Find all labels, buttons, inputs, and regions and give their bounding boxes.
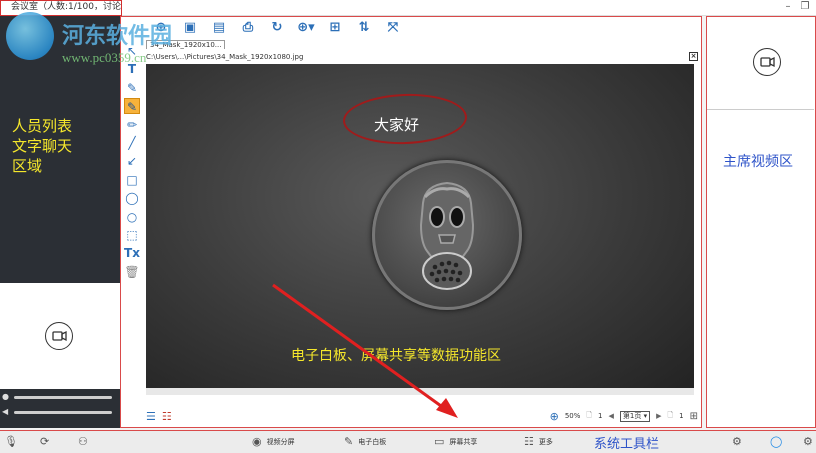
list-icon[interactable]: ☰ <box>146 410 156 423</box>
line-tool-icon[interactable]: ╱ <box>124 135 140 151</box>
whiteboard-toolbar: ⊕ ▣ ▤ ⎙ ↻ ⊕▾ ⊞ ⇅ ⤧ <box>121 17 700 39</box>
grid-icon[interactable]: ⊞ <box>325 19 345 37</box>
speaker-slider[interactable] <box>14 410 112 414</box>
print-icon[interactable]: ⎙ <box>238 19 258 37</box>
rectangle-tool-icon[interactable]: □ <box>124 172 140 188</box>
watermark-logo-icon <box>6 12 54 60</box>
options-icon: ⚙ <box>803 435 813 448</box>
edit-list-icon[interactable]: ☷ <box>162 410 172 423</box>
fit-icon[interactable]: ⤧ <box>383 19 403 37</box>
prev-page-icon[interactable]: ◀ <box>609 412 614 420</box>
system-toolbar-label: 系统工具栏 <box>594 437 660 452</box>
status-button[interactable]: ◯ <box>770 431 787 452</box>
users-button[interactable]: ⚇ <box>78 431 93 452</box>
screen-share-icon: ▭ <box>434 435 445 448</box>
ellipse-tool-icon[interactable]: ◯ <box>124 190 140 206</box>
app-window: 会议室（人数:1/100，讨论模式） – ❐ 人员列表 文字聊天 区域 ● ◀ <box>0 0 816 453</box>
document-path-bar: C:\Users\...\Pictures\34_Mask_1920x1080.… <box>146 51 698 63</box>
zoom-in-icon[interactable]: ⊕ <box>550 410 559 423</box>
watermark-title: 河东软件园 <box>62 24 173 49</box>
annotation-arrow <box>272 283 458 418</box>
watermark-url: www.pc0359.cn <box>62 50 147 65</box>
arrow-tool-icon[interactable]: ↙ <box>124 153 140 169</box>
clear-format-icon[interactable]: Tx <box>124 245 140 261</box>
system-toolbar: 🎙 ⟳ ⚇ ◉ 视频分屏 ✎ 电子白板 ▭ 屏幕共享 ☷ 更多 系统工具栏 ⚙ ◯ ⚙ <box>0 430 816 453</box>
options-button[interactable]: ⚙ <box>803 431 816 452</box>
video-split-icon: ◉ <box>252 435 262 448</box>
page-count-left: 1 <box>598 412 603 420</box>
swap-icon[interactable]: ⇅ <box>354 19 374 37</box>
refresh-icon[interactable]: ↻ <box>267 19 287 37</box>
minimize-button[interactable]: – <box>782 1 794 13</box>
gear-icon: ⚙ <box>732 435 742 448</box>
selection-tool-icon[interactable]: ⬚ <box>124 227 140 243</box>
page-icon-right: 🗋 <box>667 410 674 419</box>
restore-button[interactable]: ❐ <box>799 1 811 13</box>
chairman-video-slot[interactable] <box>707 17 814 110</box>
marker-icon[interactable]: ✎ <box>124 80 140 96</box>
local-video-area[interactable] <box>0 283 120 389</box>
screen-share-button[interactable]: ▭ 屏幕共享 <box>434 431 477 452</box>
next-page-icon[interactable]: ▶ <box>656 412 661 420</box>
audio-controls: ● ◀ <box>0 389 120 428</box>
trash-icon[interactable]: 🗑 <box>124 264 140 280</box>
save-as-icon[interactable]: ▤ <box>209 19 229 37</box>
sync-icon: ⟳ <box>40 435 50 448</box>
microphone-slider[interactable] <box>14 395 112 399</box>
greeting-text: 大家好 <box>374 116 420 134</box>
microphone-icon: ● <box>2 392 9 401</box>
sync-button[interactable]: ⟳ <box>40 431 54 452</box>
left-panel: 人员列表 文字聊天 区域 ● ◀ <box>0 16 120 428</box>
video-split-button[interactable]: ◉ 视频分屏 <box>252 431 295 452</box>
participant-chat-label: 人员列表 文字聊天 区域 <box>12 117 73 175</box>
whiteboard-button[interactable]: ✎ 电子白板 <box>344 431 386 452</box>
document-path: C:\Users\...\Pictures\34_Mask_1920x1080.… <box>146 53 304 61</box>
more-icon: ☷ <box>524 435 534 448</box>
title-bar: 会议室（人数:1/100，讨论模式） – ❐ <box>0 0 816 16</box>
users-icon: ⚇ <box>78 435 88 448</box>
zoom-level: 50% <box>564 412 581 420</box>
add-page-icon[interactable]: ⊞ <box>690 411 698 422</box>
chairman-video-panel: 主席视频区 <box>706 16 816 428</box>
zoom-icon[interactable]: ⊕▾ <box>296 19 316 37</box>
settings-button[interactable]: ⚙ <box>732 431 747 452</box>
microphone-icon: 🎙 <box>4 435 18 448</box>
close-document-button[interactable]: × <box>689 52 698 61</box>
page-icon-left: 🗋 <box>586 410 593 419</box>
page-controls: ⊕ 50% 🗋 1 ◀ 第1页 ▾ ▶ 🗋 1 ⊞ <box>550 407 698 425</box>
page-select[interactable]: 第1页 ▾ <box>619 410 651 422</box>
circle-tool-icon[interactable]: ○ <box>124 209 140 225</box>
pencil-icon[interactable]: ✏ <box>124 117 140 133</box>
more-button[interactable]: ☷ 更多 <box>524 431 553 452</box>
microphone-button[interactable]: 🎙 <box>4 431 23 452</box>
save-icon[interactable]: ▣ <box>180 19 200 37</box>
drawing-tools: ↖ T ✎ ✎ ✏ ╱ ↙ □ ◯ ○ ⬚ Tx 🗑 <box>124 43 142 282</box>
pen-tool-icon[interactable]: ✎ <box>124 98 140 115</box>
speaker-volume[interactable]: ◀ <box>2 407 112 417</box>
page-count-right: 1 <box>679 412 684 420</box>
whiteboard-icon: ✎ <box>344 435 354 448</box>
status-circle-icon: ◯ <box>770 435 783 448</box>
camera-icon[interactable] <box>45 322 73 350</box>
chairman-video-label: 主席视频区 <box>723 154 793 170</box>
microphone-volume[interactable]: ● <box>2 392 112 402</box>
speaker-icon: ◀ <box>2 407 9 416</box>
camera-icon[interactable] <box>753 48 781 76</box>
